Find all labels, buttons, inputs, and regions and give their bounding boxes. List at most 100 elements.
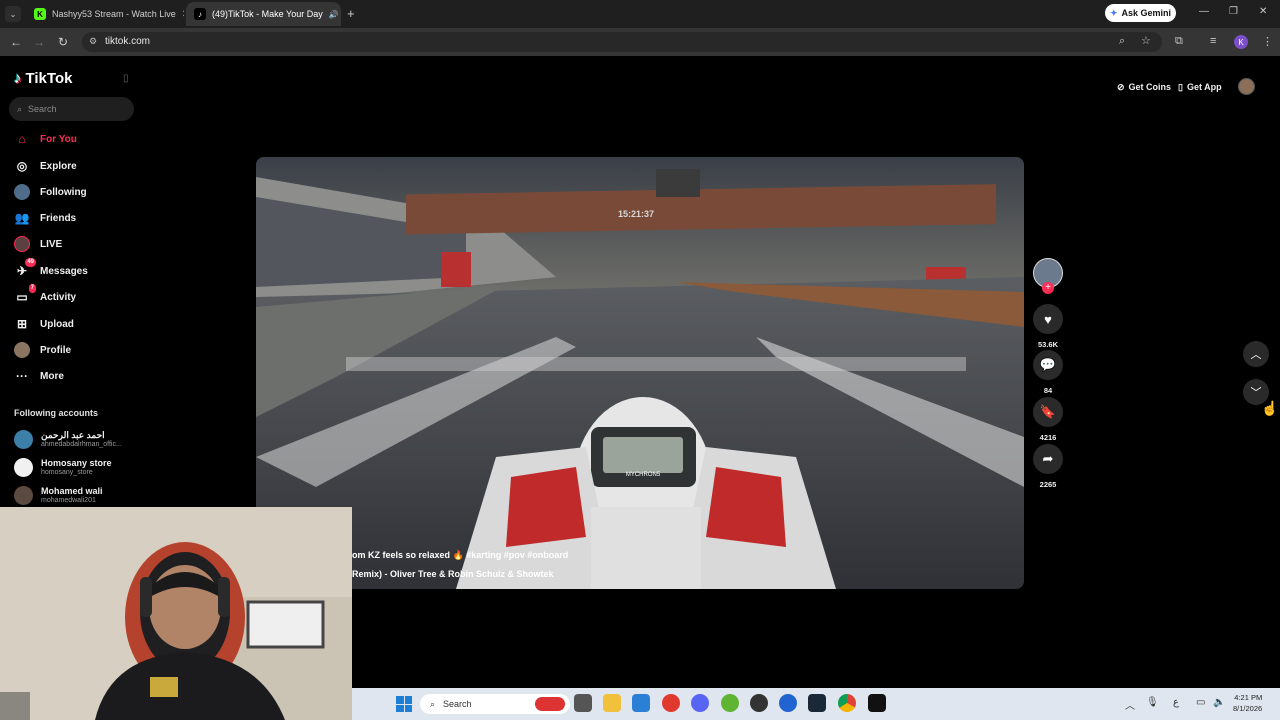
maximize-button[interactable]: ❐ [1229, 6, 1238, 17]
task-view-icon[interactable] [574, 694, 592, 712]
get-coins-button[interactable]: ⊘ Get Coins [1117, 79, 1171, 95]
search-input[interactable]: ⌕ Search [9, 97, 134, 121]
save-count: 4216 [1039, 433, 1057, 442]
video-frame [256, 157, 1024, 589]
webcam-image [0, 507, 352, 720]
windows-start-icon[interactable] [396, 696, 412, 712]
tab-kick[interactable]: K Nashyy53 Stream - Watch Live ✕ [26, 2, 184, 26]
nav-messages[interactable]: ✈ 49 Messages [14, 258, 88, 281]
following-account[interactable]: احمد عبد الرحمن ahmedabdalrhman_offic... [14, 427, 122, 451]
close-tab-icon[interactable]: ✕ [339, 9, 341, 20]
ea-icon[interactable] [779, 694, 797, 712]
share-action[interactable]: ➦ 2265 [1033, 444, 1063, 489]
profile-icon [14, 342, 30, 358]
avatar [14, 429, 33, 449]
minimize-button[interactable]: — [1199, 6, 1209, 17]
collapse-sidebar-icon[interactable]: ▯ [123, 73, 129, 84]
video-caption[interactable]: om KZ feels so relaxed 🔥 #karting #pov #… [352, 550, 568, 561]
zoom-icon[interactable]: ⌕ [1119, 35, 1125, 48]
tiktok-logo[interactable]: ♪ TikTok [14, 70, 72, 87]
share-icon[interactable]: ➦ [1033, 444, 1063, 474]
clock-date: 8/1/2026 [1233, 704, 1263, 713]
ask-gemini-label: Ask Gemini [1121, 8, 1172, 18]
network-icon[interactable]: ▭ [1196, 697, 1205, 708]
nav-live[interactable]: LIVE [14, 234, 62, 254]
video-player[interactable]: 15:21:37 MYCHRON5 [256, 157, 1024, 589]
start-pane [396, 704, 404, 712]
user-avatar[interactable] [1238, 78, 1255, 95]
clock-time: 4:21 PM [1234, 693, 1263, 702]
volume-icon[interactable]: 🔈 [1213, 697, 1225, 708]
search-highlight-icon [535, 697, 565, 711]
nav-more[interactable]: ··· More [14, 366, 64, 386]
following-icon [14, 184, 30, 200]
avatar [14, 485, 33, 505]
nav-for-you[interactable]: ⌂ For You [14, 129, 76, 149]
chrome-icon[interactable] [838, 694, 856, 712]
steam-icon[interactable] [808, 694, 826, 712]
messages-badge: 49 [25, 258, 36, 267]
nav-profile[interactable]: Profile [14, 340, 71, 360]
close-window-button[interactable]: ✕ [1259, 6, 1267, 17]
reload-icon[interactable]: ↻ [55, 34, 71, 50]
discord-icon[interactable] [691, 694, 709, 712]
app-icon[interactable] [662, 694, 680, 712]
ask-gemini-button[interactable]: ✦ Ask Gemini [1105, 4, 1176, 22]
upload-icon: ⊞ [16, 317, 28, 331]
friends-icon: 👥 [14, 211, 30, 225]
save-action[interactable]: 🔖 4216 [1033, 397, 1063, 442]
url-text: tiktok.com [105, 36, 151, 47]
extensions-icon[interactable]: ⧉ [1175, 35, 1183, 48]
url-field[interactable] [82, 32, 1162, 52]
speaker-icon[interactable]: 🔊 [329, 10, 339, 19]
nav-friends[interactable]: 👥 Friends [14, 208, 77, 228]
heart-icon[interactable]: ♥ [1033, 304, 1063, 334]
taskbar-search-label: Search [443, 699, 472, 709]
chevron-down-icon: ﹀ [1250, 387, 1262, 399]
site-info-icon[interactable]: ⚙ [89, 36, 97, 47]
get-app-label: Get App [1186, 82, 1222, 92]
bookmark-icon[interactable]: 🔖 [1033, 397, 1063, 427]
gantry-clock-text: 15:21:37 [617, 209, 655, 219]
back-icon[interactable]: ← [8, 34, 24, 50]
chevron-up-icon: ︿ [1250, 349, 1262, 361]
following-account[interactable]: Homosany store homosany_store [14, 455, 112, 479]
comment-action[interactable]: 💬 84 [1033, 350, 1063, 395]
account-name: Mohamed wali [41, 485, 103, 496]
taskbar-clock[interactable]: 4:21 PM 8/1/2026 [1233, 692, 1262, 714]
search-icon: ⌕ [17, 103, 23, 114]
utorrent-icon[interactable] [721, 694, 739, 712]
following-account[interactable]: Mohamed wali mohamedwali201 [14, 483, 103, 507]
forward-icon[interactable]: → [31, 34, 47, 50]
nav-explore[interactable]: ◎ Explore [14, 156, 77, 176]
previous-video-button[interactable]: ︿ [1243, 341, 1269, 367]
profile-avatar[interactable]: K [1234, 35, 1248, 49]
video-music[interactable]: Remix) - Oliver Tree & Robin Schulz & Sh… [352, 569, 554, 579]
tab-search-icon[interactable]: ⌄ [5, 6, 21, 22]
nav-upload[interactable]: ⊞ Upload [14, 314, 74, 334]
home-icon: ⌂ [18, 132, 26, 146]
store-icon[interactable] [632, 694, 650, 712]
get-app-button[interactable]: ▯ Get App [1178, 79, 1222, 95]
following-accounts-header: Following accounts [14, 408, 99, 418]
media-controls-icon[interactable]: ≡ [1210, 35, 1216, 47]
coin-icon: ⊘ [1117, 81, 1125, 92]
bookmark-star-icon[interactable]: ☆ [1141, 34, 1151, 47]
like-action[interactable]: ♥ 53.6K [1033, 304, 1063, 349]
excel-like-icon[interactable] [868, 694, 886, 712]
new-tab-button[interactable]: + [347, 6, 355, 21]
comment-icon[interactable]: 💬 [1033, 350, 1063, 380]
tray-chevron-icon[interactable]: ︿ [1125, 697, 1135, 712]
language-indicator[interactable]: ع [1173, 697, 1179, 708]
file-explorer-icon[interactable] [603, 694, 621, 712]
menu-icon[interactable]: ⋮ [1262, 35, 1273, 48]
nav-activity[interactable]: ▭ 7 Activity [14, 284, 76, 307]
microphone-icon[interactable]: 🎙 [1146, 697, 1159, 708]
nav-following[interactable]: Following [14, 182, 87, 202]
follow-plus-icon[interactable]: + [1042, 282, 1054, 294]
share-count: 2265 [1039, 480, 1057, 489]
tab-tiktok[interactable]: ♪ (49)TikTok - Make Your Day 🔊 ✕ [186, 2, 341, 26]
tiktok-icon: ♪ [194, 8, 206, 20]
obs-icon[interactable] [750, 694, 768, 712]
close-tab-icon[interactable]: ✕ [176, 9, 184, 20]
